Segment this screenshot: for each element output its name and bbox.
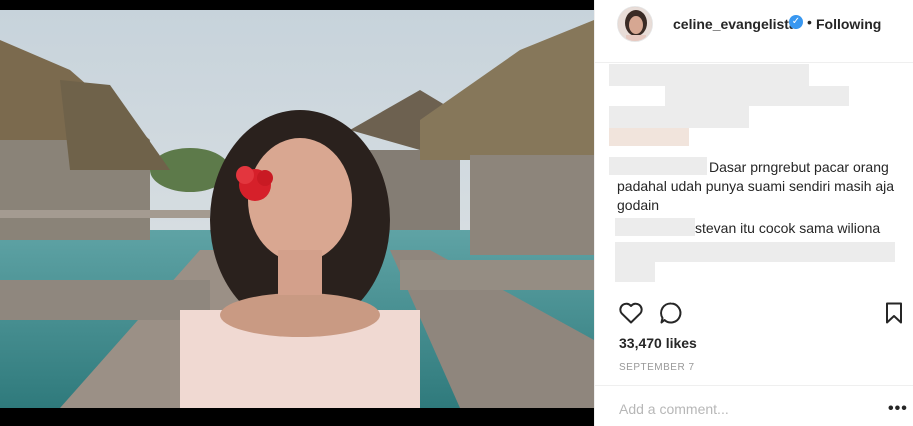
avatar[interactable] xyxy=(617,6,653,42)
add-comment-input[interactable]: Add a comment... xyxy=(619,401,729,417)
redacted-username xyxy=(615,218,695,236)
redacted-caption-block xyxy=(665,86,849,106)
likes-count[interactable]: 33,470 likes xyxy=(619,335,697,351)
bookmark-icon[interactable] xyxy=(885,302,903,329)
post-photo[interactable] xyxy=(0,10,594,408)
separator-dot: • xyxy=(807,14,812,30)
post-media xyxy=(0,0,594,426)
more-options-icon[interactable]: ••• xyxy=(888,400,908,418)
comment-text: stevan itu cocok sama wiliona xyxy=(695,220,881,236)
redacted-caption-block xyxy=(609,64,809,86)
post-date[interactable]: SEPTEMBER 7 xyxy=(619,362,695,373)
following-button[interactable]: Following xyxy=(816,16,881,32)
comment-divider xyxy=(595,385,913,386)
username[interactable]: celine_evangelista xyxy=(673,16,797,32)
header-divider xyxy=(595,62,913,63)
heart-icon[interactable] xyxy=(619,302,643,329)
verified-badge-icon: ✓ xyxy=(789,15,803,29)
redacted-comment xyxy=(615,242,895,262)
comment-text: padahal udah punya suami sendiri masih a… xyxy=(617,178,895,194)
post-header: celine_evangelista ✓ • Following xyxy=(595,0,913,46)
redacted-caption-block xyxy=(609,128,689,146)
comment-icon[interactable] xyxy=(659,301,683,330)
redacted-comment xyxy=(615,262,655,282)
comment-text: godain xyxy=(617,197,660,213)
redacted-username xyxy=(609,157,707,175)
redacted-caption-block xyxy=(609,106,749,128)
comment-text: Dasar prngrebut pacar orang xyxy=(709,159,889,175)
post-sidebar: celine_evangelista ✓ • Following Dasar p… xyxy=(594,0,913,426)
